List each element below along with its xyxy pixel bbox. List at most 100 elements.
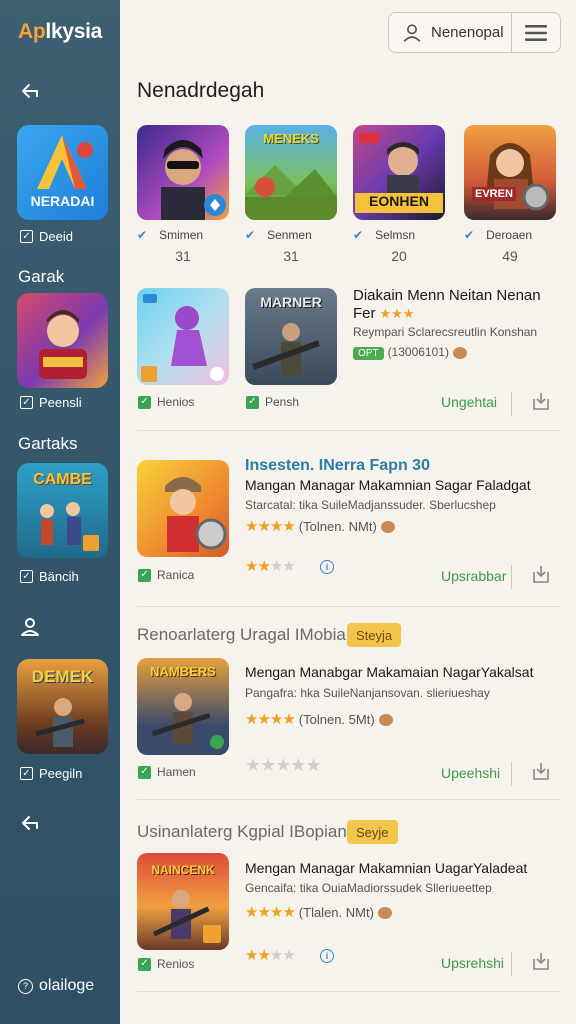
update-button[interactable]: Ungehtai: [441, 394, 497, 410]
section-badge: Seyje: [347, 820, 398, 844]
featured-count: 49: [502, 248, 518, 264]
game-tile[interactable]: [137, 460, 229, 557]
hamburger-menu-button[interactable]: [511, 13, 560, 52]
check-icon: ✔: [137, 228, 148, 242]
sidebar-check-item[interactable]: ✓ Deeid: [20, 229, 73, 244]
game-check-item[interactable]: ✓ Renios: [138, 957, 194, 971]
user-menu[interactable]: Nenenopal: [388, 12, 561, 53]
featured-card[interactable]: MENEKS ✔ Senmen 31: [245, 125, 337, 264]
game-tile[interactable]: NAMBERS: [137, 658, 229, 755]
section-title: Usinanlaterg Kgpial IBopian: [137, 822, 347, 841]
game-title-art: EONHEN: [355, 193, 443, 213]
sidebar-app-tile[interactable]: NERADAI: [17, 125, 108, 220]
sidebar-section-title: Garak: [18, 267, 65, 286]
update-button[interactable]: Upsrabbar: [441, 568, 506, 584]
game-tile[interactable]: [137, 288, 229, 385]
update-button[interactable]: Upeehshi: [441, 765, 500, 781]
checkbox-icon: ✓: [20, 767, 33, 780]
rating-row: ★★★★ (Tolnen. 5Mt): [245, 710, 393, 728]
avatar-icon: [380, 521, 395, 534]
user-icon: [403, 23, 421, 42]
download-icon[interactable]: [531, 564, 551, 584]
sidebar-check-item[interactable]: ✓ Peensli: [20, 395, 82, 410]
app-logo[interactable]: Aplkysia: [18, 20, 102, 44]
download-icon[interactable]: [531, 951, 551, 971]
user-button[interactable]: Nenenopal: [389, 13, 511, 52]
featured-count: 20: [391, 248, 407, 264]
info-icon[interactable]: i: [320, 560, 334, 574]
checkbox-icon: ✓: [138, 568, 151, 582]
game-art-icon: [486, 143, 550, 211]
download-icon[interactable]: [531, 761, 551, 781]
game-check-item[interactable]: ✓ Ranica: [138, 568, 194, 582]
app-tile-label: NERADAI: [30, 193, 95, 209]
game-art-icon: [252, 323, 320, 376]
update-button[interactable]: Upsrehshi: [441, 955, 504, 971]
avatar-icon: [452, 346, 467, 359]
back-icon[interactable]: [18, 79, 42, 103]
game-art-icon: [245, 165, 337, 220]
avatar-icon: [377, 907, 392, 920]
rating-stars: ★★★★: [245, 518, 296, 535]
featured-card[interactable]: EVREN ✔ Deroaen 49: [464, 125, 556, 264]
rating-stars: ★★★★: [245, 904, 296, 921]
section-title: Renoarlaterg Uragal IMobian: [137, 625, 356, 644]
game-subtitle: Reympari Sclarecsreutlin Konshan: [353, 325, 538, 339]
featured-name: ✔ Senmen: [245, 228, 312, 242]
game-art-icon: [141, 294, 224, 382]
check-icon: ✔: [245, 228, 256, 242]
sidebar-check-item[interactable]: ✓ Bäncih: [20, 569, 79, 584]
game-subtitle: Pangafra: hka SuileNanjansovan. slieriue…: [245, 686, 490, 700]
game-tile[interactable]: EONHEN: [353, 125, 445, 220]
rating-stars: ★★★★: [245, 558, 296, 575]
game-title[interactable]: Diakain Menn Neitan Nenan: [353, 287, 541, 304]
back-icon[interactable]: [18, 811, 42, 835]
game-art-icon: [35, 698, 85, 747]
featured-card[interactable]: ✔ Smimen 31: [137, 125, 229, 264]
rating-stars: ★★★★★: [245, 755, 322, 775]
sidebar-bottom-link[interactable]: ? olailoge: [18, 977, 94, 995]
game-title-line: Fer ★★★: [353, 305, 415, 322]
info-icon[interactable]: i: [320, 949, 334, 963]
game-title[interactable]: Mengan Manabgar Makamaian NagarYakalsat: [245, 664, 533, 680]
featured-name: ✔ Deroaen: [464, 228, 533, 242]
status-badge: OPT: [353, 347, 384, 360]
sidebar-game-tile[interactable]: DEMEK: [17, 659, 108, 754]
user-icon[interactable]: [18, 615, 42, 639]
rating-row: ★★★★ (Tlalen. NMt): [245, 903, 392, 921]
divider: [137, 799, 561, 800]
sidebar-check-item[interactable]: ✓ Peegiln: [20, 766, 82, 781]
game-check-item[interactable]: ✓ Hamen: [138, 765, 196, 779]
game-title[interactable]: Insesten. INerra Fapn 30: [245, 457, 430, 475]
rating-stars: ★★★★: [245, 711, 296, 728]
sidebar-game-tile[interactable]: CAMBE: [17, 463, 108, 558]
game-title[interactable]: Mengan Managar Makamnian UagarYaladeat: [245, 860, 527, 876]
game-meta: OPT (13006101): [353, 345, 467, 360]
game-title-art: EVREN: [472, 187, 516, 201]
featured-card[interactable]: EONHEN ✔ Selmsn 20: [353, 125, 445, 264]
game-tile[interactable]: NAINCENK: [137, 853, 229, 950]
game-check-item[interactable]: ✓ Pensh: [246, 395, 299, 409]
game-check-item[interactable]: ✓ Henios: [138, 395, 194, 409]
game-tile[interactable]: MENEKS: [245, 125, 337, 220]
app-logo-icon: [37, 135, 93, 189]
game-tile[interactable]: MARNER: [245, 288, 337, 385]
game-art-icon: [39, 310, 87, 379]
sidebar-section-title: Gartaks: [18, 434, 78, 453]
game-tile[interactable]: EVREN: [464, 125, 556, 220]
game-tile[interactable]: [137, 125, 229, 220]
checkbox-icon: ✓: [138, 765, 151, 779]
divider: [137, 430, 561, 431]
game-subtitle: Starcatal: tika SuileMadjanssuder. Sberl…: [245, 498, 496, 512]
divider: [137, 991, 561, 992]
game-subtitle: Gencaifa: tika OuiaMadiorssudek Slleriue…: [245, 881, 492, 895]
featured-name: ✔ Smimen: [137, 228, 204, 242]
rating-stars: ★★★★: [245, 947, 296, 964]
download-icon[interactable]: [531, 391, 551, 411]
featured-count: 31: [283, 248, 299, 264]
check-icon: ✔: [464, 228, 475, 242]
sidebar-game-tile[interactable]: [17, 293, 108, 388]
game-art-icon: [151, 693, 224, 749]
page-title: Nenadrdegah: [137, 79, 265, 102]
divider: [511, 392, 512, 416]
